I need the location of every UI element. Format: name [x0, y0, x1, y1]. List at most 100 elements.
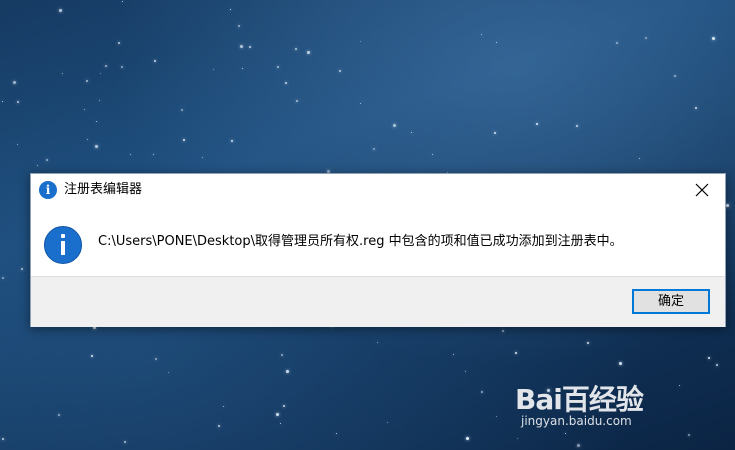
star [360, 41, 361, 42]
star [674, 75, 676, 77]
star [242, 68, 243, 69]
star [130, 154, 131, 155]
star [576, 125, 578, 127]
star [481, 34, 482, 35]
star [453, 354, 454, 355]
star [100, 73, 101, 74]
dialog-message: C:\Users\PONE\Desktop\取得管理员所有权.reg 中包含的项… [98, 234, 623, 249]
star [517, 438, 518, 439]
dialog-content: C:\Users\PONE\Desktop\取得管理员所有权.reg 中包含的项… [31, 206, 725, 276]
star [37, 165, 38, 166]
star [17, 144, 18, 145]
star [183, 139, 185, 141]
star [96, 121, 97, 122]
star [62, 73, 63, 74]
star [411, 132, 412, 133]
star [639, 158, 640, 159]
dialog-footer: 确定 [31, 276, 725, 327]
star [2, 438, 4, 440]
star [168, 372, 169, 373]
star [87, 139, 88, 140]
star [277, 66, 279, 68]
star [708, 357, 710, 359]
star [688, 434, 690, 436]
star [86, 80, 88, 82]
star [213, 69, 214, 70]
star [432, 154, 433, 155]
star [716, 364, 718, 366]
star [231, 140, 233, 142]
star [339, 70, 341, 72]
dialog-title: 注册表编辑器 [64, 182, 143, 197]
star [285, 82, 287, 84]
ok-button[interactable]: 确定 [632, 289, 710, 314]
star [587, 342, 589, 344]
star [121, 66, 123, 68]
star [280, 423, 281, 424]
star [223, 406, 224, 407]
star [496, 42, 497, 43]
star [616, 42, 618, 44]
star [619, 362, 622, 365]
star [276, 413, 279, 416]
star [122, 1, 123, 2]
baidu-jingyan-watermark: Bai百经验 jingyan.baidu.com [515, 372, 695, 432]
star [99, 100, 100, 101]
star [13, 81, 16, 84]
star [153, 154, 154, 155]
registry-editor-dialog: i 注册表编辑器 C:\Users\PONE\Desktop\取得管理员所有权.… [30, 173, 726, 327]
star [502, 330, 504, 332]
star [124, 441, 126, 443]
star [726, 204, 729, 207]
star [218, 425, 220, 427]
star [645, 37, 647, 39]
star [84, 109, 85, 110]
star [565, 433, 566, 434]
star [155, 358, 157, 360]
close-button[interactable] [679, 174, 725, 206]
star [393, 124, 396, 127]
star [181, 109, 183, 111]
star [336, 433, 337, 434]
star [360, 103, 361, 104]
star [105, 65, 107, 67]
info-icon [44, 226, 82, 264]
close-icon [695, 183, 709, 197]
star [249, 46, 251, 48]
star [59, 9, 62, 12]
star [712, 37, 715, 40]
desktop-background: i 注册表编辑器 C:\Users\PONE\Desktop\取得管理员所有权.… [0, 0, 735, 450]
star [296, 100, 298, 102]
star [58, 414, 60, 416]
star [230, 9, 231, 10]
star [286, 370, 289, 373]
star [466, 437, 469, 440]
star [154, 60, 156, 62]
star [118, 42, 120, 44]
star [2, 277, 4, 279]
star [373, 148, 375, 150]
star [387, 422, 388, 423]
star [283, 405, 285, 407]
star [91, 355, 93, 357]
star [494, 132, 496, 134]
watermark-logo: Bai百经验 [515, 383, 644, 416]
star [465, 371, 466, 372]
star [2, 101, 3, 102]
info-icon: i [39, 181, 57, 199]
watermark-url: jingyan.baidu.com [521, 414, 632, 428]
star [536, 123, 538, 125]
dialog-titlebar[interactable]: i 注册表编辑器 [31, 174, 725, 206]
star [17, 101, 19, 103]
star [46, 159, 48, 161]
star [377, 342, 378, 343]
star [481, 391, 483, 393]
star [577, 444, 580, 447]
star [496, 416, 497, 417]
star [202, 157, 203, 158]
star [515, 352, 517, 354]
star [238, 25, 240, 27]
star [307, 51, 310, 54]
star [240, 45, 243, 48]
star [95, 145, 98, 148]
